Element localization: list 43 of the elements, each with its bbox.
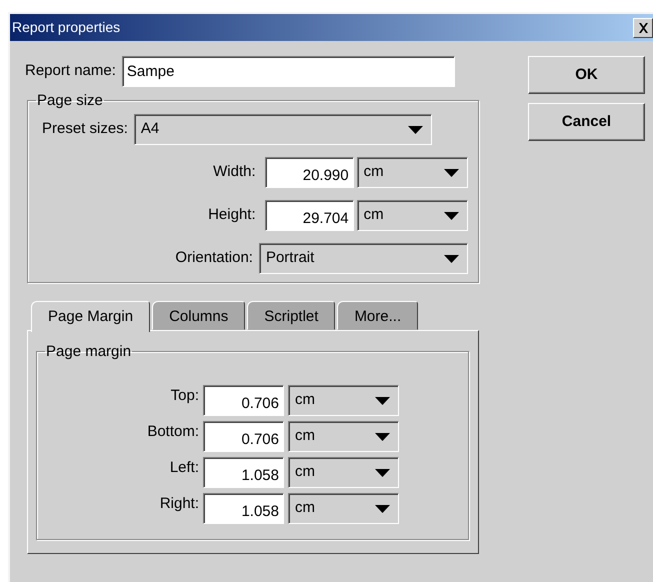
caret-icon [444,254,459,262]
dropdown[interactable]: cm [356,200,468,231]
tab[interactable]: Scriptlet [247,301,336,330]
caret-icon [375,432,390,440]
field-label: Width: [212,162,256,182]
window-title: Report properties [12,18,120,37]
tab[interactable]: More... [337,301,418,330]
number-field[interactable]: 0.706 [203,421,284,452]
number-field[interactable]: 29.704 [264,200,354,231]
dropdown[interactable]: cm [288,385,399,416]
field-label: Top: [170,386,199,406]
dropdown[interactable]: cm [288,493,399,524]
number-field[interactable]: 1.058 [203,457,284,488]
caret-icon [408,126,423,134]
dropdown[interactable]: cm [356,157,468,188]
dropdown[interactable]: cm [288,457,399,488]
caret-icon [375,468,390,476]
dropdown[interactable]: cm [288,421,399,452]
field-label: Right: [158,494,199,514]
caret-icon [375,396,390,404]
caret-icon [375,504,390,512]
group-title: Page margin [45,344,132,359]
dialog-button[interactable]: OK [528,56,645,94]
field-label: Report name: [25,61,116,82]
tab[interactable]: Page Margin [31,301,150,332]
dropdown[interactable]: A4 [134,114,432,145]
number-field[interactable]: 0.706 [203,385,284,416]
field-label: Height: [207,205,256,226]
caret-icon [444,168,459,176]
field-label: Left: [168,458,199,478]
report-name-field[interactable]: Sampe [122,56,455,87]
number-field[interactable]: 1.058 [203,493,284,524]
caret-icon [444,212,459,220]
number-field[interactable]: 20.990 [264,157,354,188]
field-label: Orientation: [174,248,253,268]
field-label: Bottom: [146,422,199,442]
group-title: Page size [36,93,104,108]
dialog-button[interactable]: Cancel [528,103,645,141]
tab[interactable]: Columns [152,301,246,330]
close-icon [638,22,648,32]
field-label: Preset sizes: [42,119,128,140]
close-button[interactable] [633,18,653,38]
dropdown[interactable]: Portrait [258,243,468,274]
